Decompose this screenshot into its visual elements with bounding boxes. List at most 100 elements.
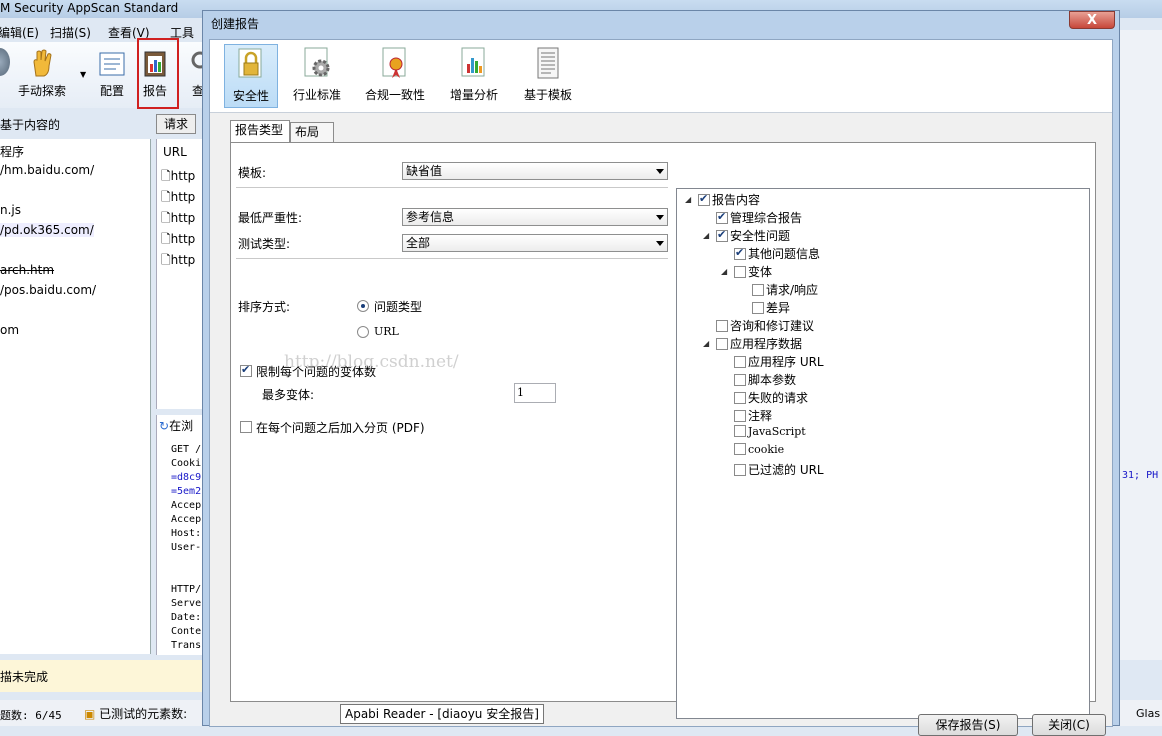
manual-explore-label: 手动探索 (17, 84, 66, 98)
tree-checkbox[interactable] (716, 320, 728, 332)
watermark: http://blog.csdn.net/ (284, 352, 459, 372)
tree-checkbox[interactable] (716, 228, 728, 242)
report-highlight-box (137, 38, 179, 109)
tab-layout[interactable]: 布局 (290, 122, 334, 142)
tree-checkbox[interactable] (734, 410, 746, 422)
glass-label: Glas (1136, 707, 1161, 720)
left-item[interactable]: 程序 (0, 143, 24, 160)
left-item[interactable]: /pd.ok365.com/ (0, 223, 94, 237)
left-item[interactable]: om (0, 323, 19, 337)
menu-scan[interactable]: 扫描(S) (50, 24, 91, 41)
status-panel: 描未完成 (0, 660, 210, 692)
min-severity-value: 参考信息 (406, 210, 455, 224)
tree-node-request-response[interactable]: 请求/响应 (752, 281, 818, 299)
left-tree-pane: 程序 /hm.baidu.com/ n.js /pd.ok365.com/ ar… (0, 139, 151, 654)
tab-panel: 模板: 缺省值 最低严重性: 参考信息 测试类型: 全部 排序方式: 问题类型 … (230, 142, 1096, 719)
tree-node-script-params[interactable]: 脚本参数 (734, 371, 796, 389)
url-list-item[interactable]: 🗋http (161, 251, 195, 272)
tree-node-variants[interactable]: 变体 (734, 263, 772, 281)
tree-checkbox[interactable] (698, 192, 710, 206)
min-severity-select[interactable]: 参考信息 (402, 208, 668, 226)
tree-node-application-data[interactable]: 应用程序数据 (716, 335, 802, 353)
tree-checkbox[interactable] (752, 302, 764, 314)
template-label: 模板: (238, 166, 267, 180)
tree-node-application-urls[interactable]: 应用程序 URL (734, 353, 824, 371)
category-template[interactable]: 基于模板 (520, 44, 576, 108)
tree-checkbox[interactable] (734, 356, 746, 368)
tree-checkbox[interactable] (734, 425, 746, 437)
close-button[interactable]: 关闭(C) (1032, 714, 1106, 736)
category-industry[interactable]: 行业标准 (290, 44, 344, 108)
tree-node-comments[interactable]: 注释 (734, 407, 772, 425)
tree-node-diff[interactable]: 差异 (752, 299, 790, 317)
tree-node-other-issue-info[interactable]: 其他问题信息 (734, 245, 820, 263)
tree-checkbox[interactable] (734, 374, 746, 386)
tree-node-filtered-urls[interactable]: 已过滤的 URL (734, 461, 824, 479)
url-list-item[interactable]: 🗋http (161, 188, 195, 209)
tree-node-failed-requests[interactable]: 失败的请求 (734, 389, 808, 407)
category-label: 合规一致性 (364, 88, 425, 102)
expand-arrow-icon[interactable]: ◢ (703, 339, 709, 348)
url-list-item[interactable]: 🗋http (161, 230, 195, 251)
config-button[interactable]: 配置 (92, 48, 132, 99)
tab-report-type[interactable]: 报告类型 (230, 120, 290, 143)
tree-node-report-content[interactable]: 报告内容 (698, 191, 760, 209)
limit-variants-checkbox[interactable] (240, 363, 252, 377)
left-item[interactable]: arch.htm (0, 263, 54, 277)
file-icon: 🗋 (161, 211, 171, 225)
page-break-checkbox[interactable] (240, 421, 252, 433)
template-select[interactable]: 缺省值 (402, 162, 668, 180)
left-item[interactable]: /hm.baidu.com/ (0, 163, 94, 177)
expand-arrow-icon[interactable]: ◢ (703, 231, 709, 240)
max-variants-input[interactable]: 1 (514, 383, 556, 403)
tree-checkbox[interactable] (734, 464, 746, 476)
save-report-button[interactable]: 保存报告(S) (918, 714, 1018, 736)
category-security[interactable]: 安全性 (224, 44, 278, 108)
category-label: 增量分析 (449, 88, 498, 102)
report-content-tree: ◢ 报告内容 管理综合报告 ◢ 安全性问题 其他问题信息 ◢ 变体 请求/响应 … (676, 188, 1090, 719)
menu-edit[interactable]: 编辑(E) (0, 24, 39, 41)
tree-node-javascript[interactable]: JavaScript (734, 425, 806, 443)
dialog-title: 创建报告 (211, 17, 260, 31)
left-item[interactable]: n.js (0, 203, 21, 217)
request-text: GET / Cooki =d8c9 =5em2 Accep Accep Host: Us… (171, 444, 202, 651)
sort-url-radio[interactable] (357, 326, 369, 338)
sort-option-label: 问题类型 (374, 300, 423, 314)
request-button[interactable]: 请求 (156, 114, 196, 134)
tree-checkbox[interactable] (734, 392, 746, 404)
dropdown-arrow-icon[interactable]: ▼ (80, 70, 86, 79)
tree-node-security-issues[interactable]: 安全性问题 (716, 227, 790, 245)
url-list-item[interactable]: 🗋http (161, 167, 195, 188)
tree-checkbox[interactable] (734, 246, 746, 260)
app-title: M Security AppScan Standard (0, 1, 179, 15)
tree-checkbox[interactable] (734, 266, 746, 278)
divider (236, 258, 668, 260)
tree-checkbox[interactable] (716, 210, 728, 224)
category-label: 安全性 (232, 89, 269, 103)
category-label: 行业标准 (292, 88, 341, 102)
tree-node-executive-summary[interactable]: 管理综合报告 (716, 209, 802, 227)
manual-explore-button[interactable]: 手动探索 (14, 48, 70, 99)
category-compliance[interactable]: 合规一致性 (362, 44, 428, 108)
category-bar: 安全性 行业标准 合规一致性 增量分析 基于模板 (210, 40, 1112, 113)
tree-checkbox[interactable] (716, 338, 728, 350)
left-item[interactable]: /pos.baidu.com/ (0, 283, 96, 297)
sort-issue-type-radio[interactable] (357, 300, 369, 312)
file-icon: 🗋 (161, 169, 171, 183)
divider (236, 187, 668, 189)
tree-node-advisories[interactable]: 咨询和修订建议 (716, 317, 814, 335)
toolbar-partial-button[interactable] (0, 48, 10, 80)
category-delta[interactable]: 增量分析 (446, 44, 502, 108)
chevron-down-icon (656, 241, 664, 246)
right-text-fragment: 31; PH (1122, 470, 1159, 481)
expand-arrow-icon[interactable]: ◢ (685, 195, 691, 204)
test-type-select[interactable]: 全部 (402, 234, 668, 252)
tree-node-cookie[interactable]: cookie (734, 443, 784, 461)
tree-checkbox[interactable] (734, 443, 746, 455)
url-list-item[interactable]: 🗋http (161, 209, 195, 230)
close-icon[interactable]: X (1069, 11, 1115, 29)
ribbon-icon (379, 46, 411, 80)
tree-checkbox[interactable] (752, 284, 764, 296)
expand-arrow-icon[interactable]: ◢ (721, 267, 727, 276)
browser-tab[interactable]: ↻在浏 (159, 417, 193, 434)
